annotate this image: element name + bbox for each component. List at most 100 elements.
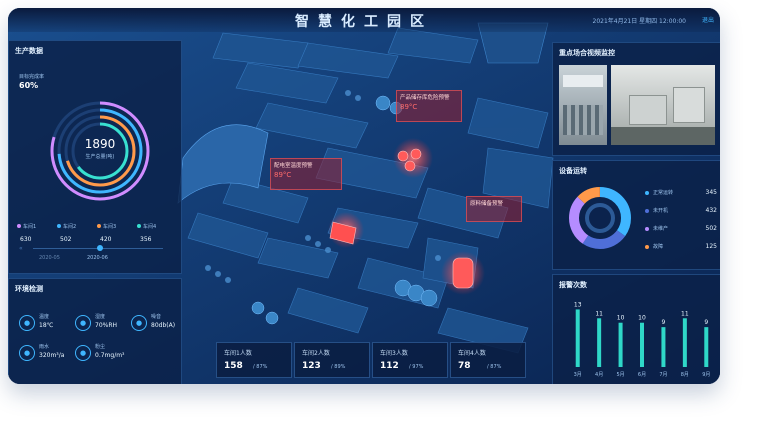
legend-dot (645, 245, 649, 249)
alarm-category-label: 7月 (659, 372, 667, 378)
alarm-value-label: 9 (662, 319, 666, 326)
legend-label: 车间3 (103, 224, 117, 230)
environment-value: 0.7mg/m³ (95, 352, 125, 359)
card-label: 车间4人数 (458, 350, 486, 357)
environment-label: 湿度 (95, 314, 106, 320)
environment-value: 70%RH (95, 322, 118, 329)
environment-label: 粉尘 (95, 344, 106, 350)
equipment-legend-item: 故障 125 (645, 243, 717, 253)
total-output-value: 1890 (84, 137, 116, 151)
card-value: 112 (380, 361, 399, 371)
card-value: 123 (302, 361, 321, 371)
alarm-category-label: 4月 (595, 372, 603, 378)
legend-label: 未维产 (653, 226, 669, 232)
workshop-legend-item: 车间3 420 (97, 213, 135, 243)
legend-value: 432 (705, 207, 717, 214)
alarm-bar (704, 327, 709, 367)
alarm-bar (661, 327, 666, 367)
video-feed-1[interactable] (559, 65, 607, 145)
environment-value: 18℃ (39, 322, 54, 329)
map-alert-power-room[interactable]: 配电室温度预警 89°C (270, 158, 342, 190)
timeline-prev-icon[interactable]: « (19, 245, 23, 252)
equipment-legend-item: 未开机 432 (645, 207, 717, 217)
environment-item: ● 噪音 80db(A) (131, 313, 185, 337)
legend-value: 345 (705, 189, 717, 196)
dashboard-window: 智慧化工园区 2021年4月21日 星期四 12:00:00 退出 生产数据 目… (8, 8, 720, 384)
alert-label: 产品储存库危险预警 (400, 95, 450, 101)
legend-value: 630 (20, 236, 32, 243)
workshop-legend-item: 车间1 630 (17, 213, 55, 243)
workshop-card[interactable]: 车间1人数 158 / 87% (216, 342, 292, 378)
alarm-value-label: 10 (638, 315, 646, 322)
card-percent: / 87% (253, 364, 268, 370)
thermometer-icon: ● (19, 315, 35, 331)
legend-value: 502 (60, 236, 72, 243)
alert-value: 89°C (274, 171, 292, 179)
map-alert-storage[interactable]: 产品储存库危险预警 89°C (396, 90, 462, 122)
card-label: 车间1人数 (224, 350, 252, 357)
environment-label: 温度 (39, 314, 50, 320)
legend-dot (57, 224, 61, 228)
alarm-category-label: 9月 (702, 372, 710, 378)
environment-item: ● 粉尘 0.7mg/m³ (75, 343, 129, 367)
alarm-value-label: 10 (617, 315, 625, 322)
alert-value: 89°C (400, 103, 418, 111)
environment-panel: 环境检测 ● 温度 18℃ ● 湿度 70%RH ● 噪音 80db(A) ● 雨水 320m³/a ●… (8, 278, 182, 384)
timeline-dot[interactable] (97, 245, 103, 251)
target-rate-value: 60% (19, 81, 39, 90)
alert-label: 配电室温度预警 (274, 163, 313, 169)
alarm-bar (618, 322, 623, 367)
timeline-slider[interactable]: « 2020-05 2020-06 (19, 245, 169, 265)
alert-label: 原料储备预警 (470, 201, 504, 207)
alarm-category-label: 8月 (681, 372, 689, 378)
alarm-category-label: 3月 (574, 372, 582, 378)
equipment-legend-item: 未维产 502 (645, 225, 717, 235)
alarm-bar (640, 322, 644, 367)
panel-title: 生产数据 (15, 47, 43, 55)
environment-item: ● 雨水 320m³/a (19, 343, 73, 367)
workshop-card[interactable]: 车间2人数 123 / 89% (294, 342, 370, 378)
noise-icon: ● (131, 315, 147, 331)
alarm-category-label: 5月 (616, 372, 624, 378)
card-value: 158 (224, 361, 243, 371)
rain-icon: ● (19, 345, 35, 361)
legend-value: 502 (705, 225, 717, 232)
alarm-value-label: 9 (704, 319, 708, 326)
legend-label: 故障 (653, 244, 664, 250)
environment-label: 噪音 (151, 314, 162, 320)
workshop-card[interactable]: 车间4人数 78 / 87% (450, 342, 526, 378)
panel-title: 重点场合视频监控 (559, 49, 615, 57)
environment-label: 雨水 (39, 344, 50, 350)
legend-dot (97, 224, 101, 228)
alarm-bar (597, 318, 602, 367)
workshop-card[interactable]: 车间3人数 112 / 97% (372, 342, 448, 378)
environment-value: 320m³/a (39, 352, 65, 359)
card-label: 车间2人数 (302, 350, 330, 357)
card-value: 78 (458, 361, 471, 371)
card-percent: / 97% (409, 364, 424, 370)
legend-dot (645, 209, 649, 213)
card-percent: / 89% (331, 364, 346, 370)
header-bar: 智慧化工园区 2021年4月21日 星期四 12:00:00 退出 (8, 8, 720, 32)
total-output-label: 生产总量(吨) (85, 154, 115, 160)
production-ring-chart (50, 101, 150, 201)
legend-label: 正常运转 (653, 190, 674, 196)
equipment-donut-chart (569, 187, 631, 249)
equipment-legend-item: 正常运转 345 (645, 189, 717, 199)
legend-dot (137, 224, 141, 228)
video-feed-2[interactable] (611, 65, 715, 145)
workshop-legend-item: 车间2 502 (57, 213, 95, 243)
panel-title: 设备运转 (559, 167, 587, 175)
humidity-icon: ● (75, 315, 91, 331)
legend-label: 车间2 (63, 224, 77, 230)
production-panel: 生产数据 目标完成率 60% 1890 生产总量(吨) 车间1 630 车间2 502… (8, 40, 182, 274)
legend-value: 420 (100, 236, 112, 243)
card-percent: / 87% (487, 364, 502, 370)
video-monitor-panel: 重点场合视频监控 (552, 42, 720, 156)
legend-label: 未开机 (653, 208, 669, 214)
exit-button[interactable]: 退出 (702, 15, 714, 24)
map-alert-raw-material[interactable]: 原料储备预警 (466, 196, 522, 222)
workshop-legend-item: 车间4 356 (137, 213, 175, 243)
workshop-legend: 车间1 630 车间2 502 车间3 420 车间4 356 (17, 213, 177, 243)
alarm-bar (682, 318, 687, 367)
